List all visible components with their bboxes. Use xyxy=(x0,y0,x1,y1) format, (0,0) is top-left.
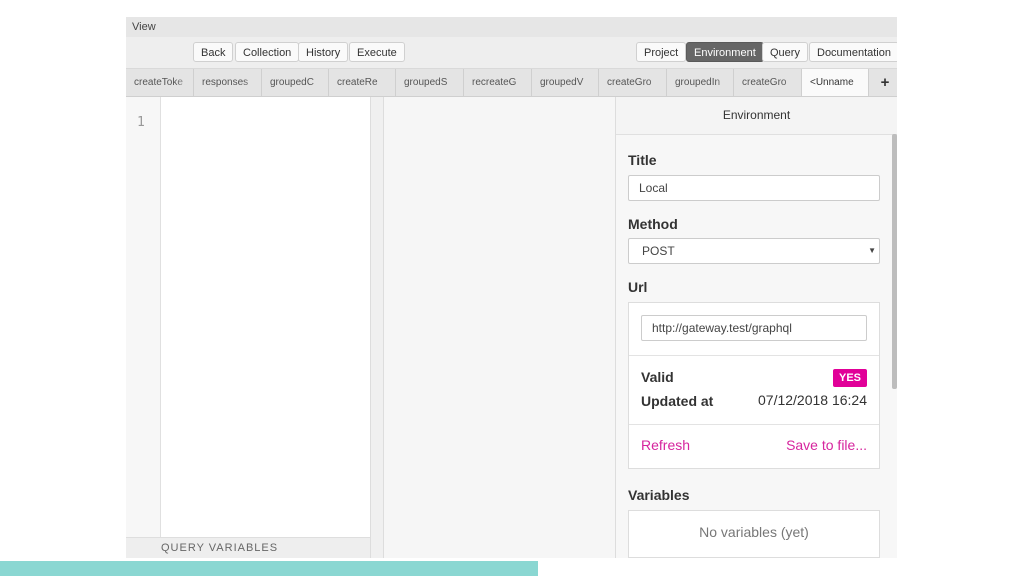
dropdown-caret-icon: ▼ xyxy=(868,246,876,255)
query-tab[interactable]: createGro xyxy=(734,69,802,96)
valid-label: Valid xyxy=(641,369,674,385)
url-input[interactable]: http://gateway.test/graphql xyxy=(641,315,867,341)
query-tab-bar: createToke responses groupedC createRe g… xyxy=(126,69,897,97)
url-label: Url xyxy=(628,279,648,295)
query-tab-label: createGro xyxy=(607,77,652,88)
query-tab[interactable]: groupedS xyxy=(396,69,464,96)
query-tab-label: responses xyxy=(202,77,249,88)
method-value: POST xyxy=(642,244,675,258)
query-tab-active[interactable]: <Unname xyxy=(802,69,869,96)
environment-panel: Environment Title Local Method POST ▼ Ur… xyxy=(615,97,897,558)
query-tab[interactable]: groupedIn xyxy=(667,69,734,96)
back-button[interactable]: Back xyxy=(193,42,234,62)
query-tab[interactable]: groupedV xyxy=(532,69,599,96)
history-button[interactable]: History xyxy=(298,42,349,62)
query-variables-label: QUERY VARIABLES xyxy=(161,542,279,554)
documentation-button[interactable]: Documentation xyxy=(809,42,897,62)
valid-badge: YES xyxy=(833,369,867,387)
query-tab-label: createRe xyxy=(337,77,378,88)
method-select[interactable]: POST ▼ xyxy=(628,238,880,264)
project-button[interactable]: Project xyxy=(636,42,687,62)
url-card: http://gateway.test/graphql Valid YES Up… xyxy=(628,302,880,469)
graphql-client-window: View Back Collection History Execute Pro… xyxy=(126,17,897,558)
result-pane xyxy=(384,97,615,558)
query-tab[interactable]: createRe xyxy=(329,69,396,96)
query-tab-label: groupedIn xyxy=(675,77,721,88)
query-tab-label: groupedV xyxy=(540,77,584,88)
line-number: 1 xyxy=(137,115,145,130)
slide-accent-bar xyxy=(0,561,538,576)
query-tab[interactable]: createGro xyxy=(599,69,667,96)
refresh-link[interactable]: Refresh xyxy=(641,437,690,453)
query-button[interactable]: Query xyxy=(762,42,808,62)
variables-empty-box: No variables (yet) xyxy=(628,510,880,558)
menu-bar: View xyxy=(126,17,897,37)
query-tab-label: groupedC xyxy=(270,77,314,88)
panel-heading: Environment xyxy=(616,97,897,135)
updated-label: Updated at xyxy=(641,393,714,409)
collection-button[interactable]: Collection xyxy=(235,42,300,62)
save-to-file-link[interactable]: Save to file... xyxy=(786,437,867,453)
pane-divider[interactable] xyxy=(370,97,384,558)
query-variables-bar[interactable]: QUERY VARIABLES xyxy=(126,537,384,558)
query-tab-label: createToke xyxy=(134,77,183,88)
panel-scrollbar[interactable] xyxy=(892,134,897,389)
query-tab[interactable]: recreateG xyxy=(464,69,532,96)
query-tab[interactable]: responses xyxy=(194,69,262,96)
title-label: Title xyxy=(628,152,657,168)
query-tab-label: createGro xyxy=(742,77,787,88)
add-tab-button[interactable]: + xyxy=(873,69,897,96)
execute-button[interactable]: Execute xyxy=(349,42,405,62)
updated-timestamp: 07/12/2018 16:24 xyxy=(758,392,867,408)
query-tab-label: groupedS xyxy=(404,77,448,88)
line-gutter: 1 xyxy=(126,97,161,538)
title-input[interactable]: Local xyxy=(628,175,880,201)
menu-view[interactable]: View xyxy=(132,21,156,33)
environment-button[interactable]: Environment xyxy=(686,42,764,62)
method-label: Method xyxy=(628,216,678,232)
query-tab[interactable]: groupedC xyxy=(262,69,329,96)
divider xyxy=(629,355,879,356)
query-tab[interactable]: createToke xyxy=(126,69,194,96)
divider xyxy=(629,424,879,425)
toolbar: Back Collection History Execute Project … xyxy=(126,37,897,69)
query-tab-label: recreateG xyxy=(472,77,517,88)
query-editor[interactable]: 1 QUERY VARIABLES xyxy=(126,97,384,558)
variables-label: Variables xyxy=(628,487,690,503)
query-tab-label: <Unname xyxy=(810,77,854,88)
